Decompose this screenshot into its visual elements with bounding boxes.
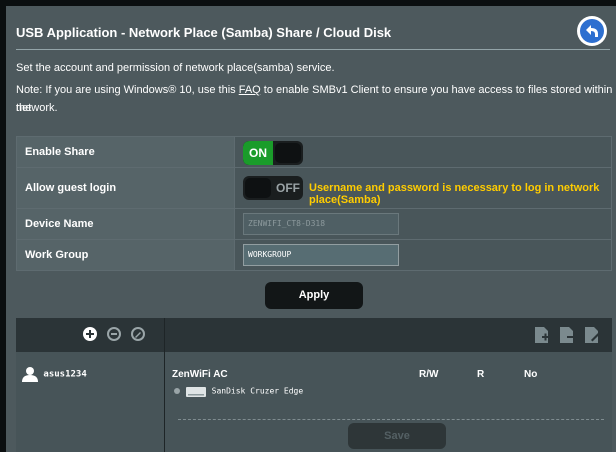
share-device-name: ZenWiFi AC <box>172 369 228 380</box>
windows-note-line2: network. <box>16 102 58 114</box>
column-divider <box>164 318 165 452</box>
windows-note: Note: If you are using Windows® 10, use … <box>16 81 616 117</box>
add-circle-icon[interactable] <box>83 327 97 341</box>
work-group-field[interactable]: WORKGROUP <box>243 244 399 266</box>
account-folder-panel: asus1234 ZenWiFi AC R/W R No SanDisk Cru… <box>16 318 612 452</box>
guest-login-hint: Username and password is necessary to lo… <box>309 182 600 206</box>
add-folder-icon[interactable] <box>534 326 550 344</box>
samba-share-panel: USB Application - Network Place (Samba) … <box>6 6 616 452</box>
edit-circle-icon[interactable] <box>131 327 145 341</box>
drive-name: SanDisk Cruzer Edge <box>211 386 304 396</box>
device-name-field[interactable]: ZENWIFI_CT8-D318 <box>243 213 399 235</box>
usb-drive-icon <box>185 387 206 397</box>
intro-text: Set the account and permission of networ… <box>16 62 335 74</box>
expand-icon[interactable] <box>174 388 180 394</box>
toggle-off-label: OFF <box>276 181 300 195</box>
user-icon <box>22 367 38 382</box>
toggle-knob <box>275 143 301 163</box>
toggle-knob <box>245 178 271 198</box>
faq-link[interactable]: FAQ <box>239 84 261 96</box>
enable-share-toggle[interactable]: ON <box>243 141 303 165</box>
column-no: No <box>524 369 538 380</box>
page-title: USB Application - Network Place (Samba) … <box>16 25 392 40</box>
enable-share-label: Enable Share <box>16 136 235 168</box>
allow-guest-label: Allow guest login <box>16 167 235 209</box>
toggle-on-label: ON <box>243 141 273 165</box>
panel-toolbar <box>16 318 612 352</box>
back-arrow-icon <box>580 19 604 43</box>
apply-button[interactable]: Apply <box>265 282 363 309</box>
work-group-label: Work Group <box>16 239 235 271</box>
drive-tree-item[interactable]: SanDisk Cruzer Edge <box>174 384 303 398</box>
share-settings-table: Enable Share ON Allow guest login OFF Us… <box>16 136 612 271</box>
device-name-label: Device Name <box>16 208 235 240</box>
remove-circle-icon[interactable] <box>107 327 121 341</box>
title-divider <box>16 49 610 50</box>
column-rw: R/W <box>419 369 439 380</box>
column-r: R <box>477 369 485 380</box>
note-prefix: Note: If you are using Windows® 10, use … <box>16 84 239 96</box>
folder-divider <box>178 419 604 420</box>
allow-guest-toggle[interactable]: OFF <box>243 176 303 200</box>
rename-folder-icon[interactable] <box>584 326 600 344</box>
save-button[interactable]: Save <box>348 423 446 449</box>
account-list-item[interactable]: asus1234 <box>22 366 87 382</box>
back-button[interactable] <box>577 16 607 46</box>
delete-folder-icon[interactable] <box>559 326 575 344</box>
account-name: asus1234 <box>43 369 87 380</box>
